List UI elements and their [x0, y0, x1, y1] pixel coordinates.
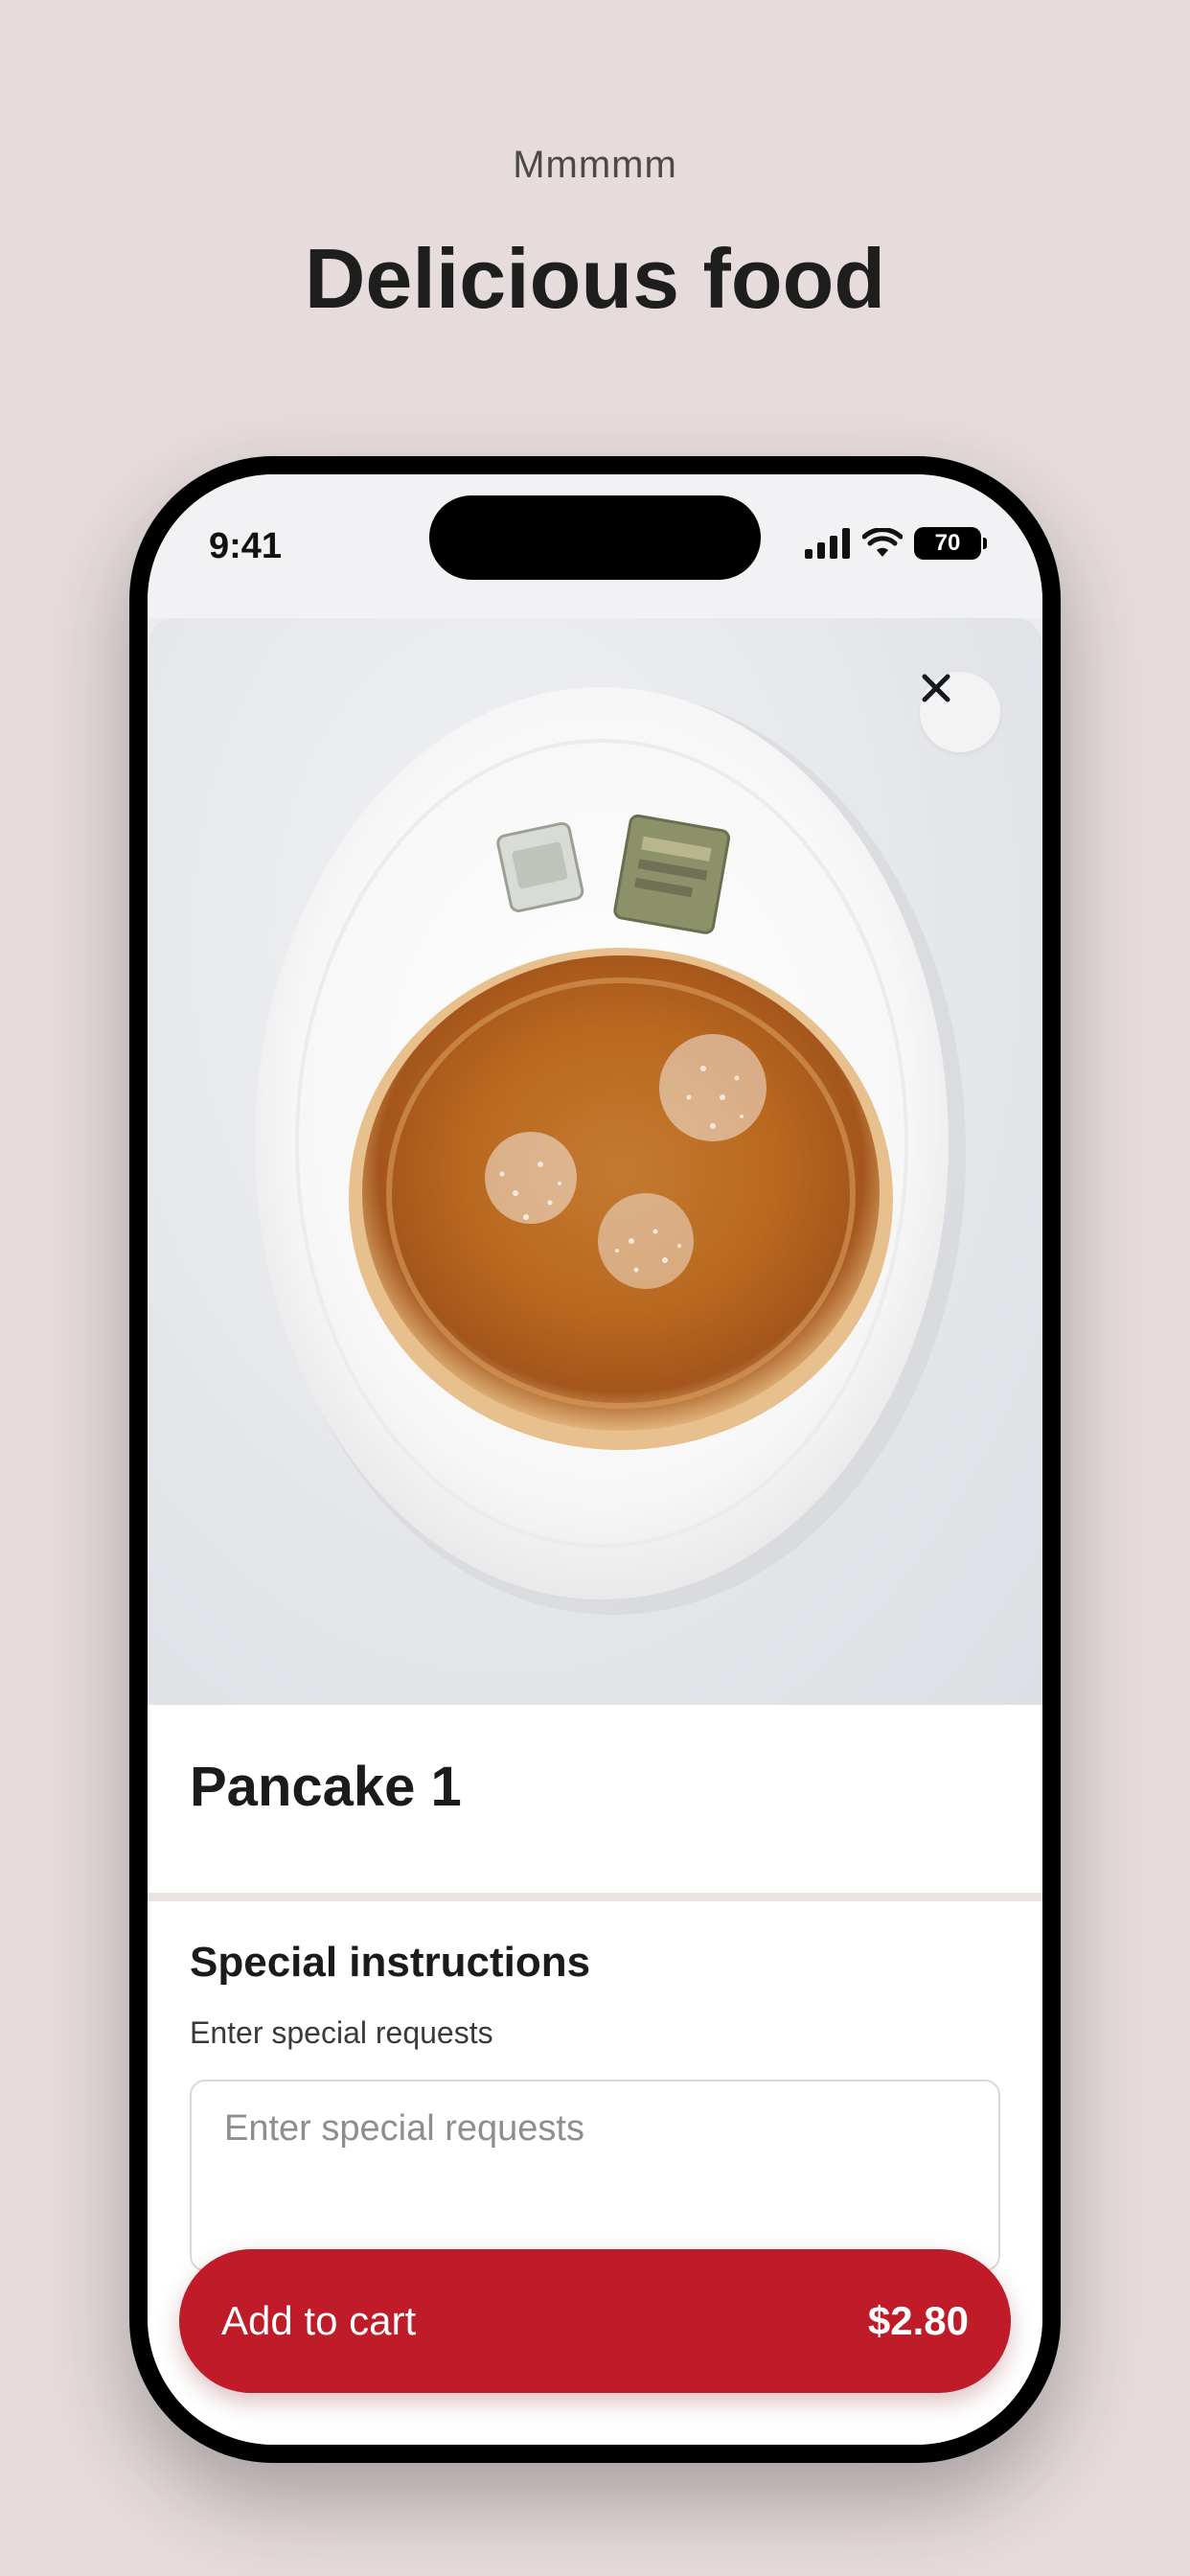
status-bar: 9:41 70: [148, 474, 1042, 618]
cart-price: $2.80: [867, 2298, 969, 2343]
wifi-icon: [862, 528, 903, 557]
instructions-field: [190, 2080, 1000, 2271]
phone-screen: 9:41 70 Pancake 1 Special instructions E…: [148, 474, 1042, 2445]
dynamic-island: [429, 495, 761, 580]
instructions-title: Special instructions: [190, 1939, 591, 1986]
add-to-cart-label: Add to cart: [221, 2298, 417, 2343]
signal-icon: [805, 528, 850, 559]
special-instructions-section: Special instructions Enter special reque…: [190, 1939, 1000, 2271]
promo-headline: Delicious food: [304, 231, 886, 326]
add-to-cart-button[interactable]: Add to cart $2.80: [179, 2249, 1011, 2393]
item-sheet: Pancake 1 Special instructions Enter spe…: [148, 618, 1042, 2445]
close-icon: [922, 674, 950, 702]
battery-icon: 70: [914, 527, 987, 560]
item-photo: [148, 618, 1042, 1705]
pancake-illustration: [255, 687, 966, 1615]
phone-frame: 9:41 70 Pancake 1 Special instructions E…: [129, 456, 1061, 2463]
close-button[interactable]: [920, 672, 1000, 752]
item-header: Pancake 1: [148, 1705, 1042, 1893]
instructions-subtitle: Enter special requests: [190, 2015, 493, 2050]
promo-page: Mmmmm Delicious food 9:41 70 Pancake 1 S…: [0, 0, 1190, 2576]
section-divider: [148, 1893, 1042, 1901]
special-requests-input[interactable]: [192, 2082, 998, 2269]
item-title: Pancake 1: [190, 1756, 462, 1818]
promo-eyebrow: Mmmmm: [513, 144, 677, 186]
status-icons: 70: [805, 526, 987, 561]
status-time: 9:41: [209, 526, 283, 566]
